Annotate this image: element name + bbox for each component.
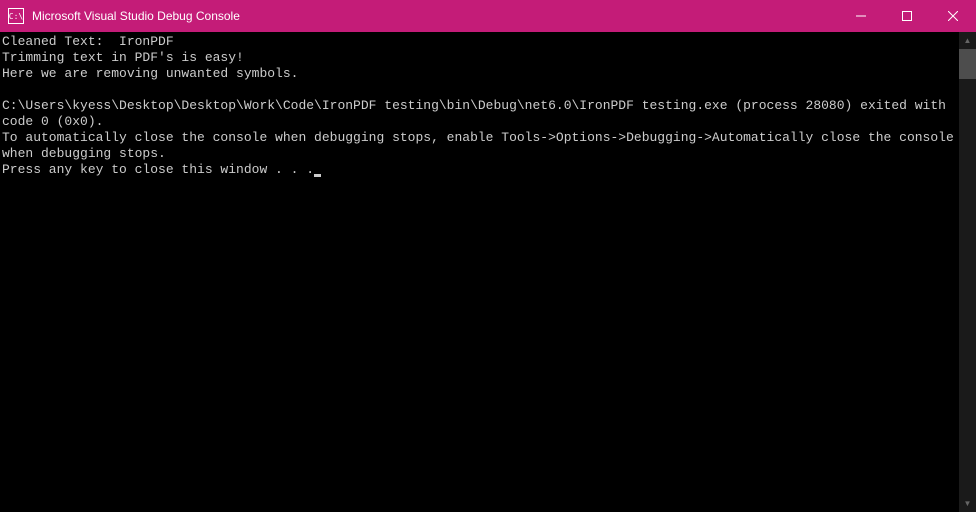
- vertical-scrollbar[interactable]: ▲ ▼: [959, 32, 976, 512]
- scroll-thumb[interactable]: [959, 49, 976, 79]
- maximize-icon: [902, 11, 912, 21]
- app-icon: C:\: [8, 8, 24, 24]
- close-icon: [948, 11, 958, 21]
- minimize-button[interactable]: [838, 0, 884, 32]
- console-output[interactable]: Cleaned Text: IronPDF Trimming text in P…: [0, 32, 959, 512]
- close-button[interactable]: [930, 0, 976, 32]
- scroll-down-arrow[interactable]: ▼: [959, 495, 976, 512]
- scroll-up-arrow[interactable]: ▲: [959, 32, 976, 49]
- cursor: [314, 174, 321, 177]
- titlebar[interactable]: C:\ Microsoft Visual Studio Debug Consol…: [0, 0, 976, 32]
- window-title: Microsoft Visual Studio Debug Console: [32, 9, 838, 23]
- maximize-button[interactable]: [884, 0, 930, 32]
- minimize-icon: [856, 11, 866, 21]
